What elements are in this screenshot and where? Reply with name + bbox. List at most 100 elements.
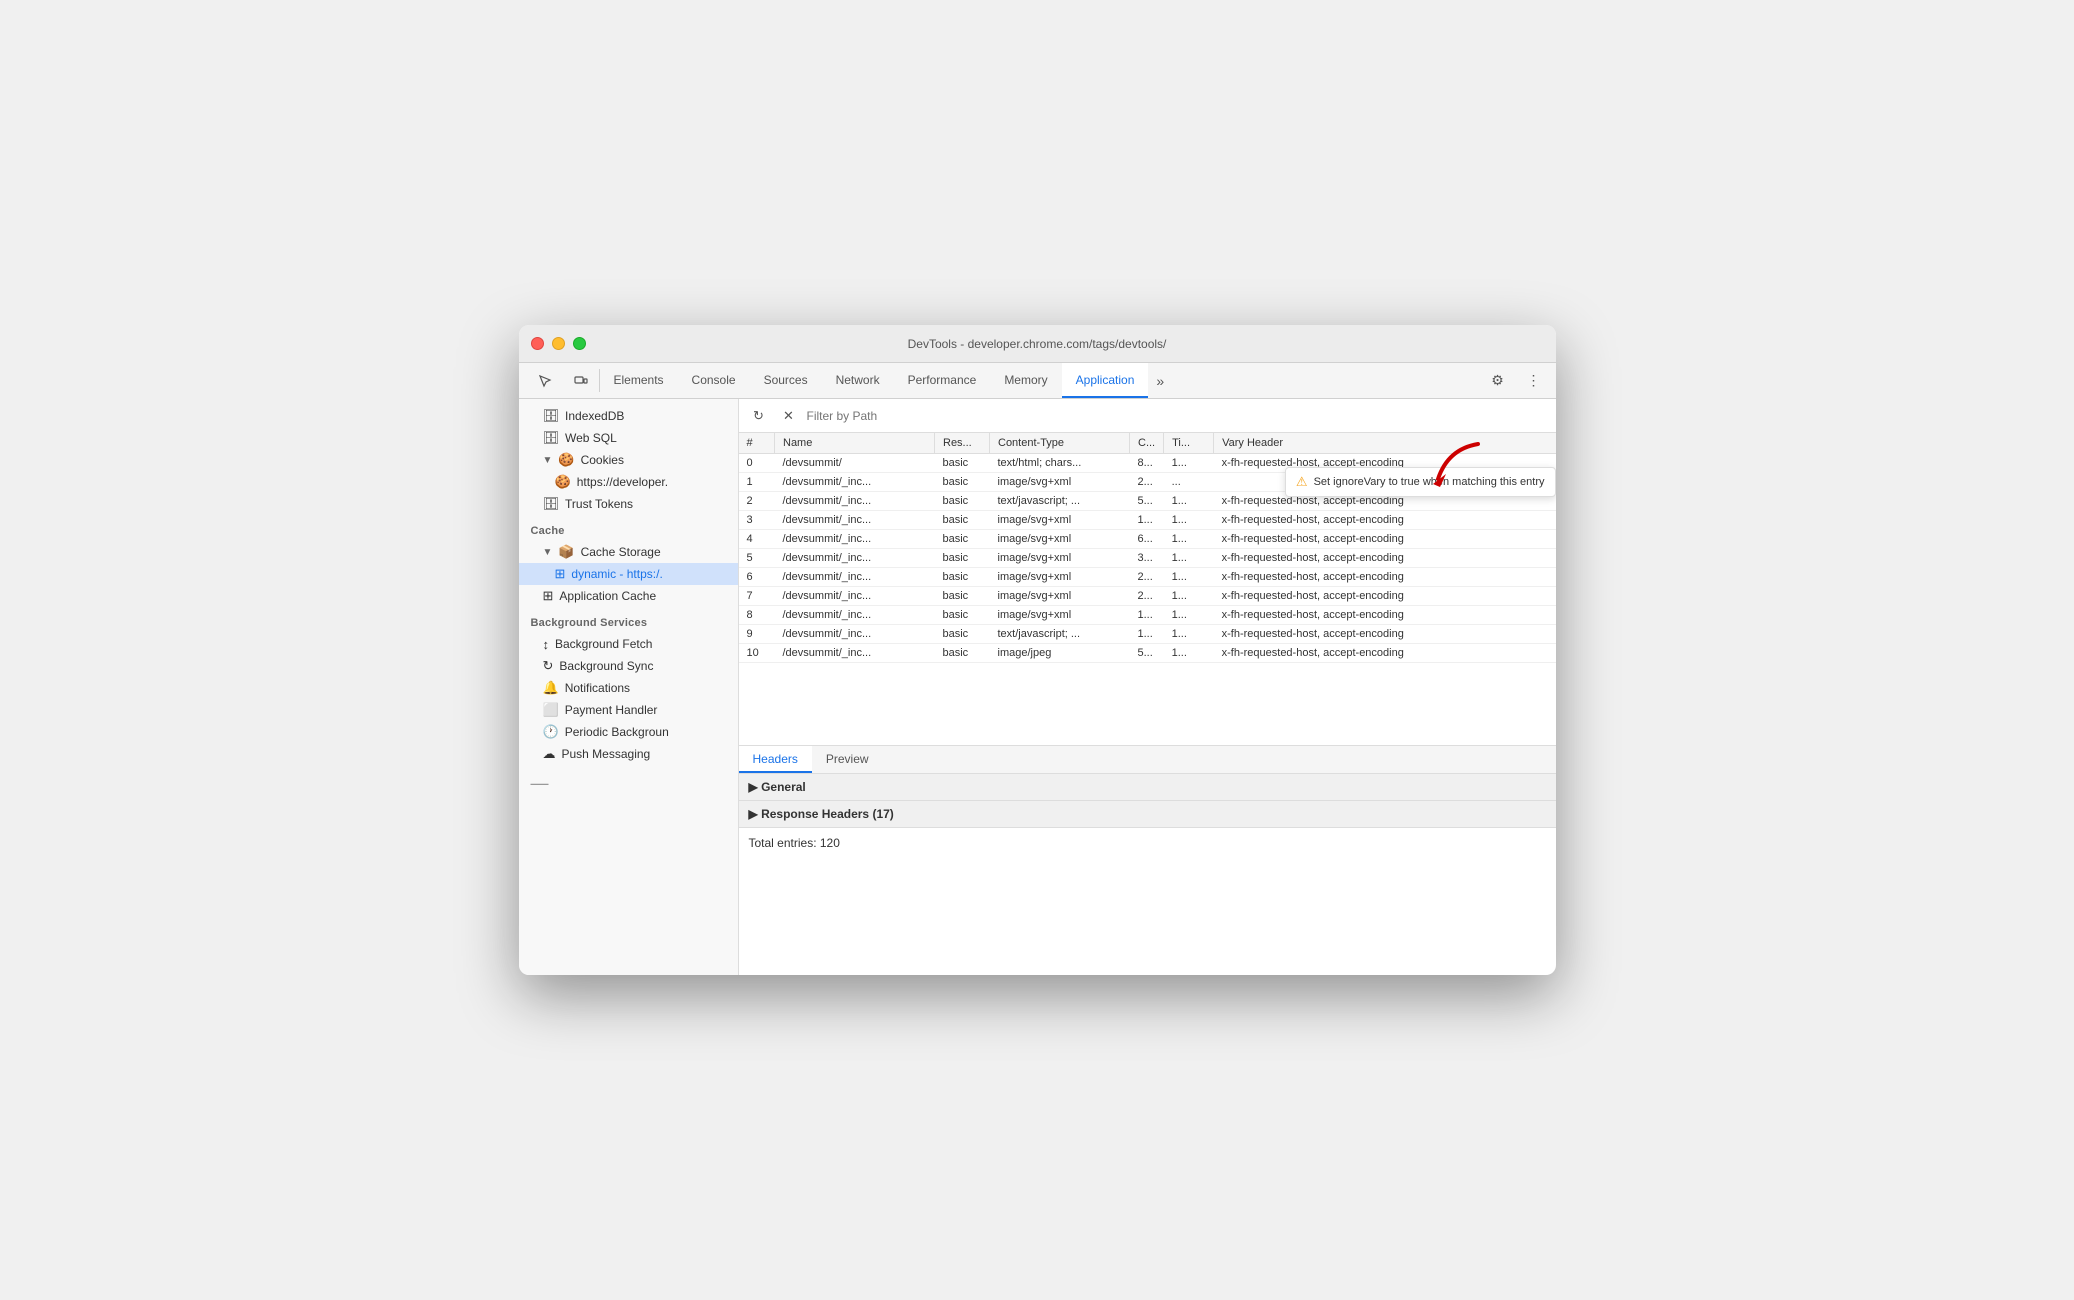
- settings-button[interactable]: ⚙: [1484, 367, 1512, 395]
- payment-handler-icon: ⬜: [543, 702, 559, 718]
- tab-headers[interactable]: Headers: [739, 746, 812, 773]
- table-cell: /devsummit/_inc...: [775, 511, 935, 530]
- maximize-button[interactable]: [573, 337, 586, 350]
- table-cell: /devsummit/_inc...: [775, 492, 935, 511]
- table-cell: 2...: [1130, 568, 1164, 587]
- general-section[interactable]: ▶ General: [739, 774, 1556, 801]
- tab-performance[interactable]: Performance: [894, 363, 991, 398]
- cache-storage-icon: 📦: [558, 544, 574, 560]
- sidebar-item-indexeddb[interactable]: 🗄 IndexedDB: [519, 405, 738, 427]
- col-content-type: Content-Type: [990, 433, 1130, 454]
- table-cell: 1...: [1164, 549, 1214, 568]
- tab-preview[interactable]: Preview: [812, 746, 883, 773]
- sidebar-item-bg-sync[interactable]: ↻ Background Sync: [519, 655, 738, 677]
- more-tabs-button[interactable]: »: [1148, 363, 1172, 398]
- table-row[interactable]: 4/devsummit/_inc...basicimage/svg+xml6..…: [739, 530, 1556, 549]
- table-cell: text/html; chars...: [990, 454, 1130, 473]
- cookies-icon: 🍪: [558, 452, 574, 468]
- database-icon-websql: 🗄: [543, 430, 560, 446]
- table-cell: 1...: [1164, 454, 1214, 473]
- sidebar-item-bg-fetch[interactable]: ↕ Background Fetch: [519, 633, 738, 655]
- sidebar-item-periodic-bg[interactable]: 🕐 Periodic Backgroun: [519, 721, 738, 743]
- table-cell: image/svg+xml: [990, 530, 1130, 549]
- tab-memory[interactable]: Memory: [990, 363, 1061, 398]
- table-cell: x-fh-requested-host, accept-encoding: [1214, 606, 1556, 625]
- close-button[interactable]: [531, 337, 544, 350]
- tab-elements[interactable]: Elements: [600, 363, 678, 398]
- table-cell: x-fh-requested-host, accept-encoding: [1214, 530, 1556, 549]
- table-row[interactable]: 8/devsummit/_inc...basicimage/svg+xml1..…: [739, 606, 1556, 625]
- sidebar-item-cookies[interactable]: ▼ 🍪 Cookies: [519, 449, 738, 471]
- table-cell: 1...: [1164, 530, 1214, 549]
- table-cell: 1...: [1164, 511, 1214, 530]
- table-row[interactable]: 9/devsummit/_inc...basictext/javascript;…: [739, 625, 1556, 644]
- clear-button[interactable]: ✕: [777, 404, 801, 428]
- more-options-button[interactable]: ⋮: [1520, 367, 1548, 395]
- sidebar-item-push-messaging[interactable]: ☁ Push Messaging: [519, 743, 738, 765]
- table-cell: 1...: [1164, 568, 1214, 587]
- table-cell: basic: [935, 454, 990, 473]
- col-vary: Vary Header: [1214, 433, 1556, 454]
- sidebar-collapse-button[interactable]: —: [531, 773, 726, 794]
- table-cell: image/svg+xml: [990, 511, 1130, 530]
- sidebar-item-dynamic[interactable]: ⊞ dynamic - https:/.: [519, 563, 738, 585]
- sidebar-item-notifications[interactable]: 🔔 Notifications: [519, 677, 738, 699]
- sidebar-item-websql[interactable]: 🗄 Web SQL: [519, 427, 738, 449]
- table-row[interactable]: 10/devsummit/_inc...basicimage/jpeg5...1…: [739, 644, 1556, 663]
- periodic-bg-icon: 🕐: [543, 724, 559, 740]
- cache-entry-icon: ⊞: [555, 566, 566, 582]
- table-row[interactable]: 6/devsummit/_inc...basicimage/svg+xml2..…: [739, 568, 1556, 587]
- table-cell: 1...: [1164, 492, 1214, 511]
- table-cell: basic: [935, 606, 990, 625]
- tab-sources[interactable]: Sources: [750, 363, 822, 398]
- table-cell: 1...: [1164, 587, 1214, 606]
- table-cell: basic: [935, 473, 990, 492]
- device-toolbar-button[interactable]: [563, 363, 599, 398]
- table-cell: x-fh-requested-host, accept-encoding: [1214, 625, 1556, 644]
- sidebar-item-trust-tokens[interactable]: 🗄 Trust Tokens: [519, 493, 738, 515]
- tabbar-right: ⚙ ⋮: [1484, 363, 1556, 398]
- tab-network[interactable]: Network: [822, 363, 894, 398]
- table-cell: 10: [739, 644, 775, 663]
- tab-console[interactable]: Console: [678, 363, 750, 398]
- table-cell: image/svg+xml: [990, 473, 1130, 492]
- bottom-panel: Headers Preview ▶ General ▶ Response Hea…: [739, 745, 1556, 975]
- trust-tokens-icon: 🗄: [543, 496, 560, 512]
- tab-application[interactable]: Application: [1062, 363, 1149, 398]
- table-cell: 1...: [1130, 606, 1164, 625]
- table-row[interactable]: 1/devsummit/_inc...basicimage/svg+xml2..…: [739, 473, 1556, 492]
- expand-arrow-cache: ▼: [543, 547, 553, 558]
- table-cell: image/jpeg: [990, 644, 1130, 663]
- table-cell: basic: [935, 568, 990, 587]
- table-cell: ...: [1164, 473, 1214, 492]
- cursor-tool-button[interactable]: [527, 363, 563, 398]
- table-cell: 3: [739, 511, 775, 530]
- table-row[interactable]: 7/devsummit/_inc...basicimage/svg+xml2..…: [739, 587, 1556, 606]
- table-cell: 1...: [1164, 625, 1214, 644]
- table-cell: basic: [935, 530, 990, 549]
- warning-icon: ⚠: [1296, 474, 1308, 490]
- col-ti: Ti...: [1164, 433, 1214, 454]
- database-icon: 🗄: [543, 408, 560, 424]
- sidebar-item-cookies-https[interactable]: 🍪 https://developer.: [519, 471, 738, 493]
- table-row[interactable]: 5/devsummit/_inc...basicimage/svg+xml3..…: [739, 549, 1556, 568]
- table-row[interactable]: 3/devsummit/_inc...basicimage/svg+xml1..…: [739, 511, 1556, 530]
- table-cell: 8...: [1130, 454, 1164, 473]
- push-messaging-icon: ☁: [543, 746, 556, 762]
- sidebar-item-application-cache[interactable]: ⊞ Application Cache: [519, 585, 738, 607]
- refresh-button[interactable]: ↻: [747, 404, 771, 428]
- traffic-lights: [531, 337, 586, 350]
- table-cell: 5...: [1130, 644, 1164, 663]
- table-cell: image/svg+xml: [990, 606, 1130, 625]
- table-cell: ⚠Set ignoreVary to true when matching th…: [1214, 473, 1556, 492]
- table-cell: basic: [935, 492, 990, 511]
- table-cell: 1...: [1164, 606, 1214, 625]
- sidebar-item-cache-storage[interactable]: ▼ 📦 Cache Storage: [519, 541, 738, 563]
- table-cell: basic: [935, 549, 990, 568]
- minimize-button[interactable]: [552, 337, 565, 350]
- table-cell: x-fh-requested-host, accept-encoding: [1214, 549, 1556, 568]
- sidebar-item-payment-handler[interactable]: ⬜ Payment Handler: [519, 699, 738, 721]
- filter-input[interactable]: [807, 409, 1548, 423]
- table-cell: /devsummit/_inc...: [775, 549, 935, 568]
- response-headers-section[interactable]: ▶ Response Headers (17): [739, 801, 1556, 828]
